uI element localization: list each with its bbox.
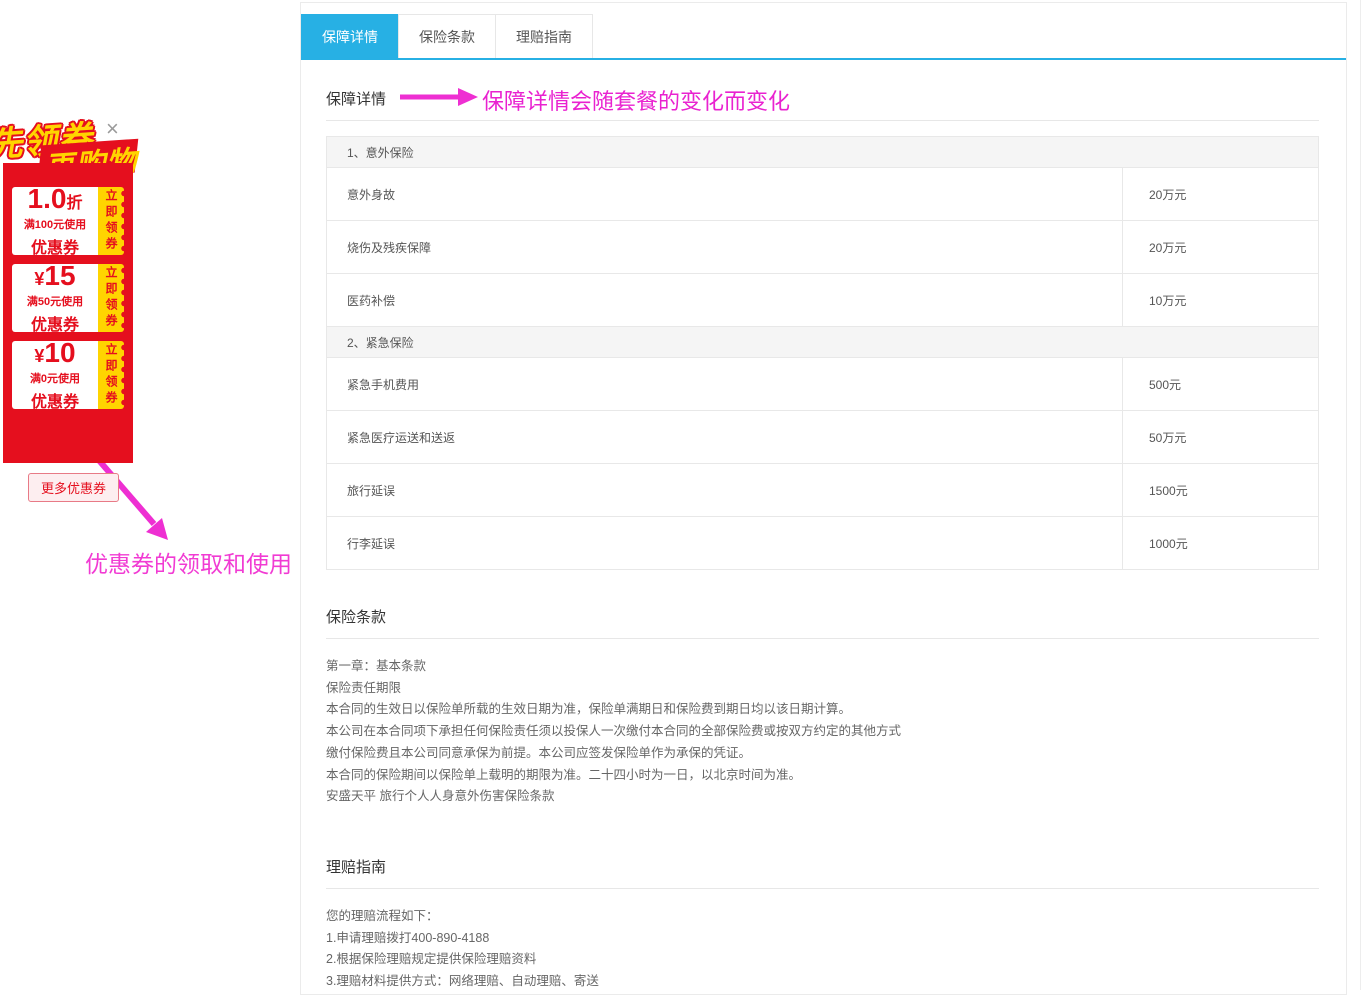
benefit-name: 旅行延误: [327, 464, 1122, 516]
table-row: 烧伤及残疾保障 20万元: [327, 221, 1318, 274]
coupon-name: 优惠券: [31, 311, 79, 335]
tab-claims-guide[interactable]: 理赔指南: [495, 14, 593, 58]
terms-line: 第一章：基本条款: [326, 656, 1319, 678]
coverage-annotation: 保障详情会随套餐的变化而变化: [482, 84, 790, 116]
terms-line: 缴付保险费且本公司同意承保为前提。本公司应签发保险单作为承保的凭证。: [326, 743, 1319, 765]
table-row: 医药补偿 10万元: [327, 274, 1318, 327]
coupon-body: 1.0折 满100元使用 优惠券: [12, 187, 98, 255]
coupon-value: 1.0折: [28, 185, 83, 213]
tab-bar: 保障详情 保险条款 理赔指南: [301, 14, 1346, 60]
terms-line: 本公司在本合同项下承担任何保险责任须以投保人一次缴付本合同的全部保险费或按双方约…: [326, 721, 1319, 743]
benefit-name: 医药补偿: [327, 274, 1122, 326]
coupon-condition: 满50元使用: [27, 293, 83, 309]
claims-line: 1.申请理赔拨打400-890-4188: [326, 928, 1319, 950]
benefit-amount: 10万元: [1122, 274, 1318, 326]
table-row: 旅行延误 1500元: [327, 464, 1318, 517]
table-section-header: 2、紧急保险: [327, 327, 1318, 358]
claim-coupon-button[interactable]: 立即领券: [98, 341, 124, 409]
terms-line: 保险责任期限: [326, 678, 1319, 700]
coupon-name: 优惠券: [31, 388, 79, 412]
coupon-number: 10: [44, 337, 75, 368]
coupon-currency: ¥: [34, 346, 44, 366]
benefit-name: 紧急手机费用: [327, 358, 1122, 410]
coupon-currency: ¥: [34, 269, 44, 289]
more-coupons-button[interactable]: 更多优惠券: [28, 473, 119, 502]
claims-line: 2.根据保险理赔规定提供保险理赔资料: [326, 949, 1319, 971]
terms-line: 本合同的生效日以保险单所载的生效日期为准，保险单满期日和保险费到期日均以该日期计…: [326, 699, 1319, 721]
table-row: 紧急医疗运送和送返 50万元: [327, 411, 1318, 464]
claim-coupon-label: 立即领券: [105, 266, 117, 330]
close-icon[interactable]: ×: [106, 118, 119, 140]
coupon-list-box: 1.0折 满100元使用 优惠券 立即领券 ¥15 满50元使用 优惠券: [3, 163, 133, 463]
benefit-amount: 20万元: [1122, 168, 1318, 220]
coupon-popup: × 先领券 再购物 1.0折 满100元使用 优惠券 立即领券: [0, 110, 180, 470]
coupon-unit: 折: [66, 195, 82, 212]
coupon-value: ¥15: [34, 262, 75, 290]
coupon-value: ¥10: [34, 339, 75, 367]
page: 保障详情 保险条款 理赔指南 保障详情 1、意外保险 意外身故 20万元 烧伤及…: [0, 0, 1364, 998]
claim-coupon-label: 立即领券: [105, 189, 117, 253]
coupon-number: 15: [44, 260, 75, 291]
benefit-amount: 20万元: [1122, 221, 1318, 273]
coupon-ticket: ¥15 满50元使用 优惠券 立即领券: [12, 264, 124, 332]
coupon-name: 优惠券: [31, 234, 79, 258]
benefit-name: 紧急医疗运送和送返: [327, 411, 1122, 463]
table-section-header: 1、意外保险: [327, 137, 1318, 168]
benefit-amount: 1500元: [1122, 464, 1318, 516]
benefit-name: 行李延误: [327, 517, 1122, 569]
benefit-amount: 1000元: [1122, 517, 1318, 569]
page-right-divider: [1360, 0, 1361, 990]
benefit-amount: 500元: [1122, 358, 1318, 410]
benefit-amount: 50万元: [1122, 411, 1318, 463]
tab-insurance-terms[interactable]: 保险条款: [398, 14, 496, 58]
coupon-ticket: ¥10 满0元使用 优惠券 立即领券: [12, 341, 124, 409]
coupon-body: ¥15 满50元使用 优惠券: [12, 264, 98, 332]
benefit-name: 意外身故: [327, 168, 1122, 220]
terms-title: 保险条款: [326, 606, 1319, 639]
coupon-condition: 满100元使用: [24, 216, 86, 232]
insurance-detail-panel: 保障详情 保险条款 理赔指南 保障详情 1、意外保险 意外身故 20万元 烧伤及…: [300, 2, 1347, 995]
coupon-number: 1.0: [28, 183, 67, 214]
table-row: 紧急手机费用 500元: [327, 358, 1318, 411]
table-row: 意外身故 20万元: [327, 168, 1318, 221]
claims-title: 理赔指南: [326, 856, 1319, 889]
benefit-name: 烧伤及残疾保障: [327, 221, 1122, 273]
tab-coverage-detail[interactable]: 保障详情: [301, 14, 399, 58]
claim-coupon-label: 立即领券: [105, 343, 117, 407]
claim-coupon-button[interactable]: 立即领券: [98, 264, 124, 332]
coupon-condition: 满0元使用: [30, 370, 80, 386]
claims-line: 您的理赔流程如下：: [326, 906, 1319, 928]
coverage-table: 1、意外保险 意外身故 20万元 烧伤及残疾保障 20万元 医药补偿 10万元 …: [326, 136, 1319, 570]
coupon-body: ¥10 满0元使用 优惠券: [12, 341, 98, 409]
coupon-annotation: 优惠券的领取和使用: [85, 545, 292, 579]
terms-line: 本合同的保险期间以保险单上载明的期限为准。二十四小时为一日，以北京时间为准。: [326, 765, 1319, 787]
coverage-detail-title: 保障详情: [326, 88, 1319, 121]
terms-text: 第一章：基本条款 保险责任期限 本合同的生效日以保险单所载的生效日期为准，保险单…: [326, 656, 1319, 808]
coupon-ticket: 1.0折 满100元使用 优惠券 立即领券: [12, 187, 124, 255]
claims-text: 您的理赔流程如下： 1.申请理赔拨打400-890-4188 2.根据保险理赔规…: [326, 906, 1319, 993]
terms-line: 安盛天平 旅行个人人身意外伤害保险条款: [326, 786, 1319, 808]
claims-line: 3.理赔材料提供方式：网络理赔、自动理赔、寄送: [326, 971, 1319, 993]
panel-content: 保障详情 1、意外保险 意外身故 20万元 烧伤及残疾保障 20万元 医药补偿 …: [301, 88, 1346, 993]
claim-coupon-button[interactable]: 立即领券: [98, 187, 124, 255]
table-row: 行李延误 1000元: [327, 517, 1318, 570]
